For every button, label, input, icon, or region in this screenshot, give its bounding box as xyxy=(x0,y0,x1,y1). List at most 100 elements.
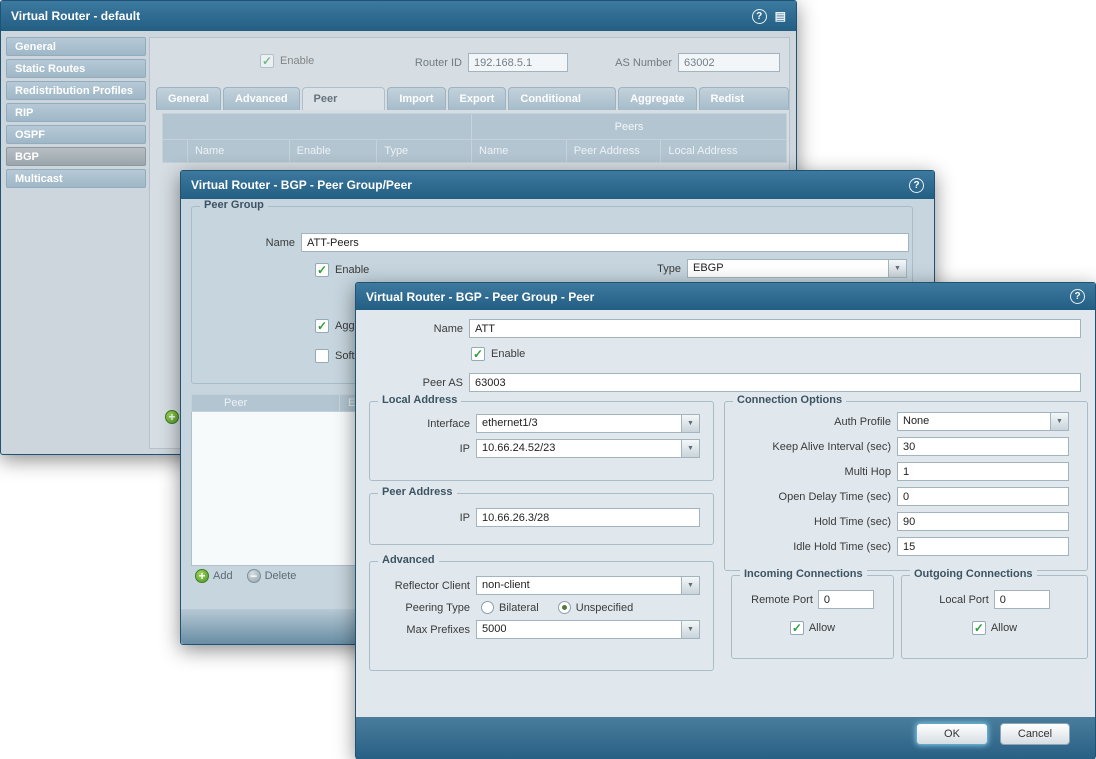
peer-ip-field[interactable] xyxy=(476,508,700,527)
incoming-connections-fieldset: Incoming Connections Remote Port ✓ Allow xyxy=(731,575,894,659)
ok-button[interactable]: OK xyxy=(916,723,988,745)
column-header-peer-address[interactable]: Peer Address xyxy=(567,140,662,162)
reflector-client-dropdown-value: non-client xyxy=(476,576,682,595)
as-number-field[interactable] xyxy=(678,53,780,72)
table-group-header-peers: Peers xyxy=(472,114,786,139)
add-icon[interactable]: + xyxy=(165,410,179,424)
dropdown-arrow-icon[interactable]: ▼ xyxy=(682,620,700,639)
column-header-peer[interactable]: Peer xyxy=(192,395,340,411)
check-icon: ✓ xyxy=(317,264,327,276)
peer-group-table-header: Peers Name Enable Type Name Peer Address… xyxy=(162,113,787,163)
hold-time-label: Hold Time (sec) xyxy=(733,516,891,528)
outgoing-allow-checkbox[interactable]: ✓ xyxy=(972,621,986,635)
local-port-field[interactable] xyxy=(994,590,1050,609)
interface-dropdown-value: ethernet1/3 xyxy=(476,414,682,433)
delete-button[interactable]: − Delete xyxy=(247,569,297,583)
peer-ip-label: IP xyxy=(378,512,470,524)
sidebar-item-multicast[interactable]: Multicast xyxy=(6,169,146,188)
add-label: Add xyxy=(213,570,233,582)
bilateral-label: Bilateral xyxy=(499,602,539,614)
max-prefixes-dropdown-value: 5000 xyxy=(476,620,682,639)
tab-conditional-adv[interactable]: Conditional Adv xyxy=(508,87,616,110)
tab-peer-group[interactable]: Peer Group xyxy=(302,87,386,110)
bilateral-radio[interactable] xyxy=(481,601,494,614)
open-delay-field[interactable] xyxy=(897,487,1069,506)
help-icon[interactable]: ? xyxy=(752,9,767,24)
dropdown-arrow-icon[interactable]: ▼ xyxy=(1051,412,1069,431)
soft-reset-checkbox[interactable] xyxy=(315,349,329,363)
router-id-field[interactable] xyxy=(468,53,568,72)
local-ip-dropdown[interactable]: 10.66.24.52/23 ▼ xyxy=(476,439,700,458)
tab-export[interactable]: Export xyxy=(448,87,507,110)
check-icon: ✓ xyxy=(262,55,272,67)
local-ip-dropdown-value: 10.66.24.52/23 xyxy=(476,439,682,458)
keep-alive-field[interactable] xyxy=(897,437,1069,456)
unspecified-label: Unspecified xyxy=(576,602,633,614)
peer-name-field[interactable] xyxy=(469,319,1081,338)
help-icon[interactable]: ? xyxy=(909,178,924,193)
hold-time-field[interactable] xyxy=(897,512,1069,531)
dialog-title: Virtual Router - BGP - Peer Group - Peer xyxy=(366,290,594,304)
enable-checkbox[interactable]: ✓ xyxy=(471,347,485,361)
peer-address-fieldset: Peer Address IP xyxy=(369,493,714,545)
enable-checkbox[interactable]: ✓ xyxy=(260,54,274,68)
peer-group-name-field[interactable] xyxy=(301,233,909,252)
multi-hop-label: Multi Hop xyxy=(733,466,891,478)
sidebar-item-redistribution-profiles[interactable]: Redistribution Profiles xyxy=(6,81,146,100)
cancel-button[interactable]: Cancel xyxy=(1000,723,1070,745)
sidebar-item-static-routes[interactable]: Static Routes xyxy=(6,59,146,78)
column-header-type[interactable]: Type xyxy=(377,140,472,162)
column-header-enable[interactable]: Enable xyxy=(290,140,378,162)
outgoing-connections-legend: Outgoing Connections xyxy=(910,568,1037,580)
column-header-name[interactable]: Name xyxy=(188,140,290,162)
sidebar-item-ospf[interactable]: OSPF xyxy=(6,125,146,144)
peering-type-label: Peering Type xyxy=(378,602,470,614)
aggregated-checkbox[interactable]: ✓ xyxy=(315,319,329,333)
peer-group-dialog-titlebar[interactable]: Virtual Router - BGP - Peer Group/Peer ? xyxy=(181,171,934,199)
tab-import[interactable]: Import xyxy=(387,87,445,110)
enable-label: Enable xyxy=(491,348,525,360)
remote-port-field[interactable] xyxy=(818,590,874,609)
outgoing-allow-label: Allow xyxy=(991,622,1017,634)
tab-advanced[interactable]: Advanced xyxy=(223,87,300,110)
multi-hop-field[interactable] xyxy=(897,462,1069,481)
auth-profile-dropdown-value: None xyxy=(897,412,1051,431)
advanced-legend: Advanced xyxy=(378,554,439,566)
window-icon[interactable]: ▤ xyxy=(775,10,786,22)
column-header-blank xyxy=(163,140,188,162)
dialog-title: Virtual Router - BGP - Peer Group/Peer xyxy=(191,178,412,192)
sidebar-item-bgp[interactable]: BGP xyxy=(6,147,146,166)
column-header-local-address[interactable]: Local Address xyxy=(661,140,786,162)
incoming-allow-checkbox[interactable]: ✓ xyxy=(790,621,804,635)
enable-label: Enable xyxy=(335,264,369,276)
check-icon: ✓ xyxy=(792,622,802,634)
tab-redist-rules[interactable]: Redist Rules xyxy=(699,87,789,110)
peer-dialog: Virtual Router - BGP - Peer Group - Peer… xyxy=(355,282,1096,759)
virtual-router-dialog-titlebar[interactable]: Virtual Router - default ? ▤ xyxy=(1,1,796,31)
tab-general[interactable]: General xyxy=(156,87,221,110)
dropdown-arrow-icon[interactable]: ▼ xyxy=(889,259,907,278)
type-dropdown[interactable]: EBGP ▼ xyxy=(687,259,907,278)
max-prefixes-dropdown[interactable]: 5000 ▼ xyxy=(476,620,700,639)
peer-as-field[interactable] xyxy=(469,373,1081,392)
advanced-fieldset: Advanced Reflector Client non-client ▼ P… xyxy=(369,561,714,671)
peer-group-legend: Peer Group xyxy=(200,199,268,211)
reflector-client-dropdown[interactable]: non-client ▼ xyxy=(476,576,700,595)
dropdown-arrow-icon[interactable]: ▼ xyxy=(682,439,700,458)
sidebar-item-rip[interactable]: RIP xyxy=(6,103,146,122)
local-port-label: Local Port xyxy=(939,594,989,606)
auth-profile-dropdown[interactable]: None ▼ xyxy=(897,412,1069,431)
help-icon[interactable]: ? xyxy=(1070,289,1085,304)
dropdown-arrow-icon[interactable]: ▼ xyxy=(682,414,700,433)
unspecified-radio[interactable] xyxy=(558,601,571,614)
column-header-peer-name[interactable]: Name xyxy=(472,140,567,162)
dropdown-arrow-icon[interactable]: ▼ xyxy=(682,576,700,595)
add-button[interactable]: + Add xyxy=(195,569,233,583)
tab-aggregate[interactable]: Aggregate xyxy=(618,87,696,110)
type-dropdown-value: EBGP xyxy=(687,259,889,278)
idle-hold-time-field[interactable] xyxy=(897,537,1069,556)
enable-checkbox[interactable]: ✓ xyxy=(315,263,329,277)
peer-dialog-titlebar[interactable]: Virtual Router - BGP - Peer Group - Peer… xyxy=(356,283,1095,310)
sidebar-item-general[interactable]: General xyxy=(6,37,146,56)
interface-dropdown[interactable]: ethernet1/3 ▼ xyxy=(476,414,700,433)
